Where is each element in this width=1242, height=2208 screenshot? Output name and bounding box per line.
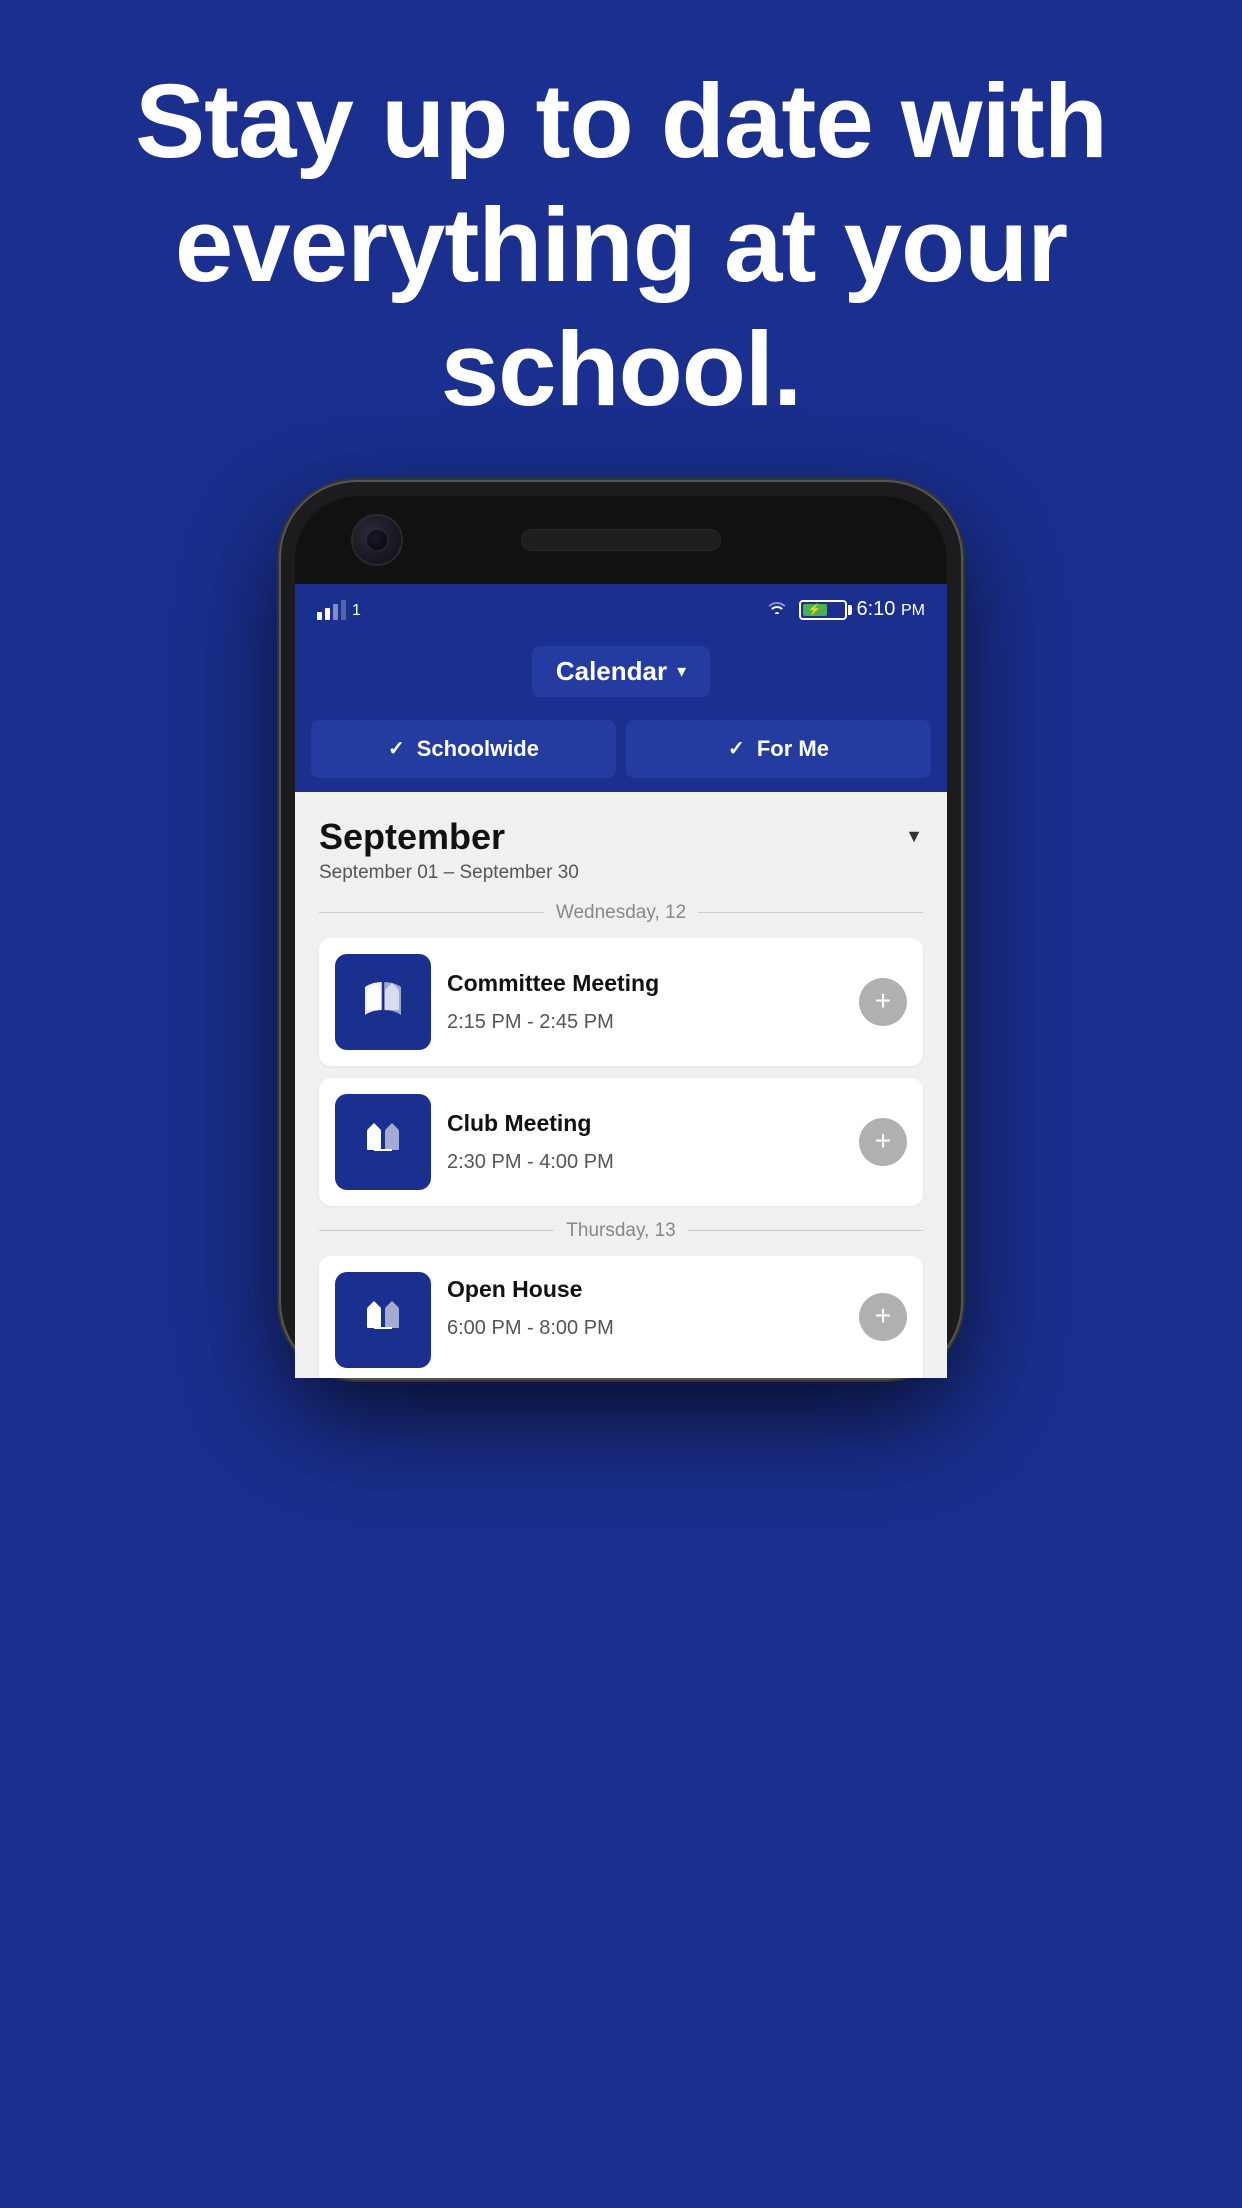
signal-bar-1 <box>317 612 322 620</box>
day-label-thu: Thursday, 13 <box>566 1220 675 1242</box>
event-details-club: Club Meeting 2:30 PM - 4:00 PM <box>447 1110 907 1174</box>
signal-number: 1 <box>352 602 361 620</box>
event-details-openhouse: Open House 6:00 PM - 8:00 PM <box>447 1272 907 1340</box>
filter-forme-button[interactable]: ✓ For Me <box>626 720 931 778</box>
event-icon-box-committee <box>335 954 431 1050</box>
status-bar-right: ⚡ 6:10 PM <box>765 598 926 621</box>
book-icon-club <box>355 1114 411 1170</box>
hero-section: Stay up to date with everything at your … <box>0 0 1242 462</box>
status-time: 6:10 PM <box>857 598 926 621</box>
signal-bar-3 <box>333 604 338 620</box>
event-title-committee: Committee Meeting <box>447 970 847 997</box>
phone-outer: 1 ⚡ <box>281 482 961 1378</box>
event-icon-box-openhouse <box>335 1272 431 1368</box>
battery-bolt-icon: ⚡ <box>808 603 822 616</box>
add-icon-club: + <box>875 1127 891 1155</box>
phone-camera <box>351 514 403 566</box>
forme-check-icon: ✓ <box>728 736 745 761</box>
battery-icon: ⚡ <box>799 600 847 620</box>
day-line-left-thu <box>319 1230 554 1231</box>
day-line-right <box>698 912 923 913</box>
add-icon-committee: + <box>875 987 891 1015</box>
add-event-openhouse-button[interactable]: + <box>859 1293 907 1341</box>
event-card-committee: Committee Meeting 2:15 PM - 2:45 PM + <box>319 938 923 1066</box>
schoolwide-filter-label: Schoolwide <box>417 736 539 762</box>
add-icon-openhouse: + <box>875 1302 891 1330</box>
phone-bezel-top <box>295 496 947 584</box>
app-header: Calendar ▾ <box>295 636 947 708</box>
filter-schoolwide-button[interactable]: ✓ Schoolwide <box>311 720 616 778</box>
day-label-wed: Wednesday, 12 <box>556 902 686 924</box>
event-details-committee: Committee Meeting 2:15 PM - 2:45 PM <box>447 970 907 1034</box>
day-line-left <box>319 912 544 913</box>
event-card-openhouse: Open House 6:00 PM - 8:00 PM + <box>319 1256 923 1378</box>
month-title: September <box>319 816 505 858</box>
status-bar: 1 ⚡ <box>295 584 947 636</box>
signal-bar-4 <box>341 600 346 620</box>
event-title-openhouse: Open House <box>447 1276 847 1303</box>
day-separator-wed: Wednesday, 12 <box>319 902 923 924</box>
event-card-club: Club Meeting 2:30 PM - 4:00 PM + <box>319 1078 923 1206</box>
battery-fill: ⚡ <box>803 604 827 616</box>
calendar-dropdown[interactable]: Calendar ▾ <box>532 646 710 697</box>
phone-speaker <box>521 529 721 551</box>
event-icon-box-club <box>335 1094 431 1190</box>
month-arrow-icon[interactable]: ▼ <box>905 826 923 847</box>
day-separator-thu: Thursday, 13 <box>319 1220 923 1242</box>
wifi-icon <box>765 598 789 621</box>
phone-screen: 1 ⚡ <box>295 584 947 1378</box>
add-event-committee-button[interactable]: + <box>859 978 907 1026</box>
status-bar-left: 1 <box>317 600 361 620</box>
book-icon-openhouse <box>355 1292 411 1348</box>
event-time-committee: 2:15 PM - 2:45 PM <box>447 1011 847 1034</box>
event-title-club: Club Meeting <box>447 1110 847 1137</box>
signal-bar-2 <box>325 608 330 620</box>
phone-wrapper: 1 ⚡ <box>0 482 1242 1378</box>
add-event-club-button[interactable]: + <box>859 1118 907 1166</box>
forme-filter-label: For Me <box>757 736 829 762</box>
dropdown-arrow-icon: ▾ <box>677 661 686 682</box>
month-header: September ▼ <box>319 816 923 858</box>
event-time-club: 2:30 PM - 4:00 PM <box>447 1151 847 1174</box>
day-line-right-thu <box>688 1230 923 1231</box>
hero-title: Stay up to date with everything at your … <box>80 60 1162 432</box>
filter-row: ✓ Schoolwide ✓ For Me <box>295 708 947 792</box>
book-icon-committee <box>355 974 411 1030</box>
signal-icon <box>317 600 346 620</box>
schoolwide-check-icon: ✓ <box>388 736 405 761</box>
battery-tip <box>848 605 852 615</box>
calendar-dropdown-label: Calendar <box>556 656 667 687</box>
event-time-openhouse: 6:00 PM - 8:00 PM <box>447 1317 847 1340</box>
calendar-content: September ▼ September 01 – September 30 … <box>295 792 947 1378</box>
month-range: September 01 – September 30 <box>319 862 923 884</box>
